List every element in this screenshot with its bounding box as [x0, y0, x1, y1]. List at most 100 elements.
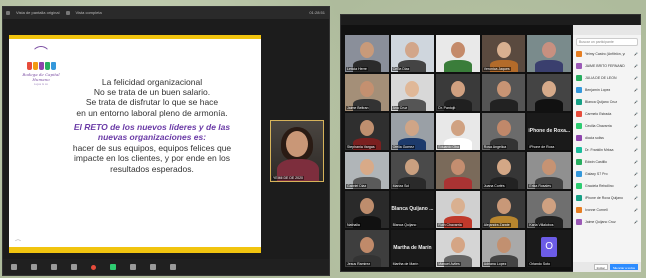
- participant-row[interactable]: diocia soliss 🎤: [573, 132, 641, 144]
- microphone-icon[interactable]: 🎤: [634, 88, 638, 92]
- participant-video-tile[interactable]: Rosa Angelica: [481, 113, 526, 150]
- window-topbar: Vista de pantalla original Vista complet…: [3, 7, 329, 19]
- participant-video-tile[interactable]: Gabriel Diaz: [345, 152, 389, 189]
- participant-name: JULIA DE DE LEON: [585, 76, 617, 80]
- participant-video-tile[interactable]: Veronica Jaques: [481, 35, 526, 72]
- fullscreen-icon[interactable]: [65, 11, 70, 15]
- microphone-icon[interactable]: 🎤: [634, 76, 638, 80]
- participant-video-tile[interactable]: [436, 152, 480, 189]
- participant-video-tile[interactable]: Mariza Sol: [390, 152, 435, 189]
- participant-video-tile[interactable]: Leticia Herre: [345, 35, 389, 72]
- participant-avatar-icon: [576, 51, 582, 57]
- participant-video-tile[interactable]: [527, 35, 571, 72]
- participant-video-tile[interactable]: [481, 74, 526, 111]
- participant-row[interactable]: Edwin Castillo 🎤: [573, 156, 641, 168]
- microphone-icon[interactable]: 🎤: [634, 196, 638, 200]
- participant-avatar-icon: [576, 159, 582, 165]
- speaker-face: [286, 131, 308, 157]
- participant-video-tile[interactable]: CeSe.Diaz: [390, 35, 435, 72]
- participant-body: [443, 60, 472, 72]
- view-mode-label[interactable]: Vista completa: [76, 7, 102, 19]
- participant-video-tile[interactable]: Juana Cortés: [481, 152, 526, 189]
- meeting-info-icon[interactable]: [6, 11, 10, 15]
- microphone-icon[interactable]: 🎤: [634, 136, 638, 140]
- participant-row[interactable]: Ivonne Cornell 🎤: [573, 204, 641, 216]
- participant-name-label: Jesus Ramirez: [346, 262, 372, 266]
- participant-video-tile[interactable]: Eduardo Oba: [436, 113, 480, 150]
- participant-avatar-icon: [576, 63, 582, 69]
- participant-name-label: Veronica Jaques: [482, 67, 511, 71]
- participant-video-tile[interactable]: Erika Rosales: [527, 152, 571, 189]
- share-screen-icon[interactable]: [110, 264, 116, 270]
- participant-video-tile[interactable]: Jesus Ramirez: [345, 230, 389, 267]
- microphone-icon[interactable]: 🎤: [634, 100, 638, 104]
- microphone-icon[interactable]: 🎤: [634, 172, 638, 176]
- participant-avatar-icon: [576, 195, 582, 201]
- participant-video-tile[interactable]: O Orlando Soto: [527, 230, 571, 267]
- participant-video-tile[interactable]: Ana Cruz: [390, 74, 435, 111]
- speaker-video[interactable]: YEIMI DE DE 2020: [270, 120, 324, 182]
- participant-video-tile[interactable]: Jaime Beltran: [345, 74, 389, 111]
- video-icon[interactable]: [31, 264, 37, 270]
- participant-row[interactable]: Dr. Franklin Mrksa 🎤: [573, 144, 641, 156]
- participant-face: [496, 119, 511, 136]
- participant-avatar-icon: [576, 87, 582, 93]
- participant-row[interactable]: Yeimy Castro (Anfitrión, yo) 🎤: [573, 48, 641, 60]
- microphone-icon[interactable]: 🎤: [634, 52, 638, 56]
- participant-search-input[interactable]: Buscar un participante: [576, 38, 638, 46]
- participant-row[interactable]: Carmelo Estrada 🎤: [573, 108, 641, 120]
- participant-video-tile[interactable]: iPhone de Roxa... iPhone de Roxa: [527, 113, 571, 150]
- participant-video-tile[interactable]: Ruth Chavarria: [436, 191, 480, 228]
- microphone-icon[interactable]: 🎤: [634, 148, 638, 152]
- participant-video-tile[interactable]: [527, 74, 571, 111]
- participants-icon[interactable]: [71, 264, 77, 270]
- mute-all-button[interactable]: Silenciar a todos: [609, 264, 638, 270]
- microphone-icon[interactable]: 🎤: [634, 208, 638, 212]
- participant-video-tile[interactable]: Stephania Vargas: [345, 113, 389, 150]
- more-icon[interactable]: [170, 264, 176, 270]
- participant-face: [405, 41, 420, 58]
- participant-video-tile[interactable]: Manuel Aviles: [436, 230, 480, 267]
- participant-face: [542, 158, 557, 175]
- microphone-icon[interactable]: 🎤: [634, 220, 638, 224]
- participant-row[interactable]: JULIA DE DE LEON 🎤: [573, 72, 641, 84]
- participant-video-tile[interactable]: Nathalia: [345, 191, 389, 228]
- participant-name: Carmelo Estrada: [585, 112, 612, 116]
- participant-video-tile[interactable]: Martha de Marín Martha de Marín: [390, 230, 435, 267]
- participant-row[interactable]: Galaxy S7 Pro 🎤: [573, 168, 641, 180]
- participant-row[interactable]: Benjamín Lopez 🎤: [573, 84, 641, 96]
- participant-video-tile[interactable]: Dr. Pantojit: [436, 74, 480, 111]
- participant-name-label: Gabriel Diaz: [346, 184, 368, 188]
- participant-row[interactable]: Cecilia Chavarria 🎤: [573, 120, 641, 132]
- view-label[interactable]: Vista de pantalla original: [16, 7, 60, 19]
- participant-face: [542, 41, 557, 58]
- participants-header: [573, 25, 641, 35]
- reactions-icon[interactable]: [150, 264, 156, 270]
- participant-video-tile[interactable]: [436, 35, 480, 72]
- participant-video-tile[interactable]: Ofelia Gomez: [390, 113, 435, 150]
- microphone-icon[interactable]: 🎤: [634, 160, 638, 164]
- participant-face: [359, 236, 374, 253]
- participant-video-tile[interactable]: Karla Villalobos: [527, 191, 571, 228]
- microphone-icon[interactable]: 🎤: [634, 184, 638, 188]
- dress-icon: [26, 62, 32, 70]
- chat-icon[interactable]: [91, 264, 96, 270]
- security-icon[interactable]: [51, 264, 57, 270]
- participant-name-label: Manuel Aviles: [437, 262, 461, 266]
- mute-icon[interactable]: [11, 264, 17, 270]
- participant-video-tile[interactable]: Blanca Quijano ... Blanca Quijano: [390, 191, 435, 228]
- microphone-icon[interactable]: 🎤: [634, 112, 638, 116]
- participant-row[interactable]: iPhone de Roxa Quijano 🎤: [573, 192, 641, 204]
- participant-video-tile[interactable]: Alejandra Zarate: [481, 191, 526, 228]
- invite-button[interactable]: Invitar: [593, 264, 608, 270]
- participant-row[interactable]: Jaime Quijano Cruz 🎤: [573, 216, 641, 228]
- microphone-icon[interactable]: 🎤: [634, 64, 638, 68]
- participant-video-tile[interactable]: Adriana Lopez: [481, 230, 526, 267]
- participant-name: JAIME BRITO FERNANDEZ: [585, 64, 625, 68]
- participant-row[interactable]: JAIME BRITO FERNANDEZ 🎤: [573, 60, 641, 72]
- participant-row[interactable]: Blanca Quijano Cruz 🎤: [573, 96, 641, 108]
- microphone-icon[interactable]: 🎤: [634, 124, 638, 128]
- participant-row[interactable]: Graciela Rebollino 🎤: [573, 180, 641, 192]
- record-icon[interactable]: [130, 264, 136, 270]
- participant-name-label: Adriana Lopez: [482, 262, 508, 266]
